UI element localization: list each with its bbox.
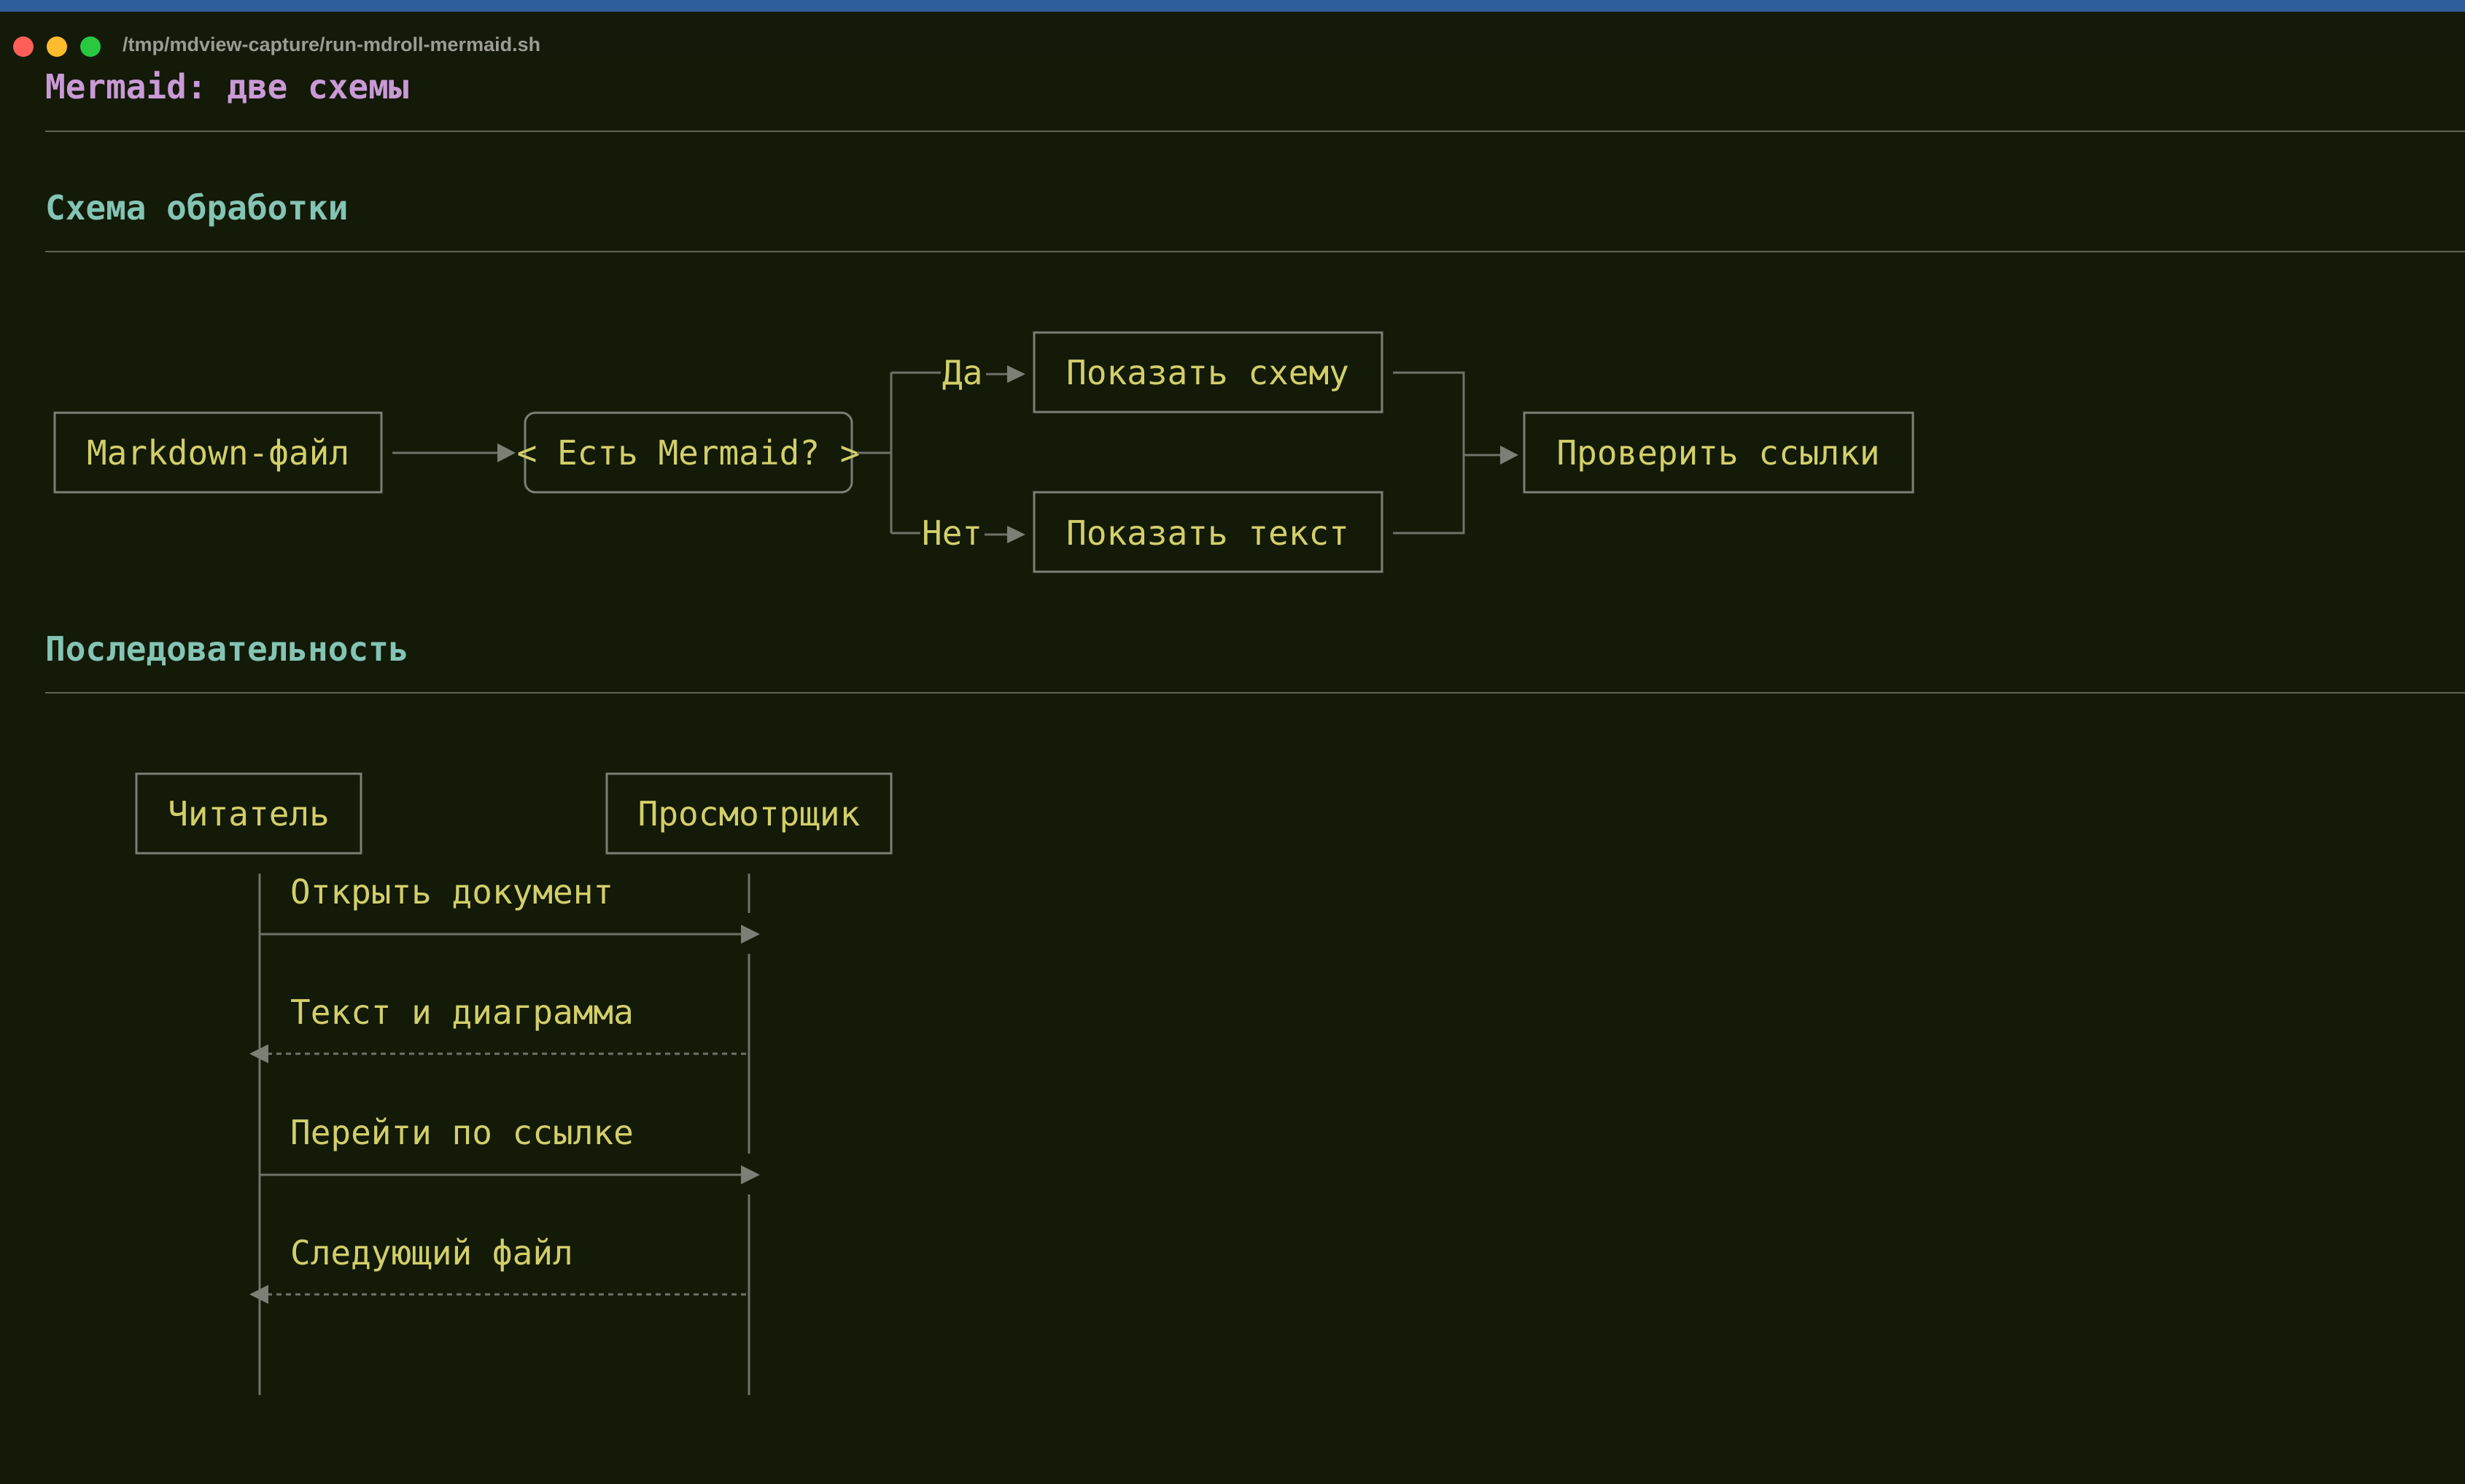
edge-yes: Да — [942, 353, 1025, 392]
sequence-diagram: Читатель Просмотрщик Открыть документ Те — [135, 772, 893, 1395]
diagram-canvas: Markdown-файл < Есть Mermaid? > Да Нет П… — [53, 331, 1914, 1395]
message-next-file-label: Следующий файл — [290, 1233, 573, 1273]
node-show-diagram-label: Показать схему — [1066, 353, 1349, 392]
decision-label: < Есть Mermaid? > — [517, 433, 861, 473]
node-show-text-label: Показать текст — [1066, 513, 1349, 553]
edge-decision-branches — [857, 371, 941, 535]
message-follow-link: Перейти по ссылке — [260, 1113, 760, 1184]
message-open-document-label: Открыть документ — [290, 872, 613, 912]
node-has-mermaid-decision: < Есть Mermaid? > — [517, 411, 861, 494]
edge-start-to-decision — [392, 443, 516, 462]
edge-no: Нет — [922, 513, 1025, 553]
message-text-and-diagram-label: Текст и диаграмма — [290, 992, 634, 1032]
node-markdown-file-label: Markdown-файл — [87, 433, 349, 473]
node-markdown-file: Markdown-файл — [53, 411, 383, 494]
node-check-links-label: Проверить ссылки — [1556, 433, 1879, 473]
message-next-file: Следующий файл — [249, 1233, 749, 1304]
node-check-links: Проверить ссылки — [1523, 411, 1914, 494]
message-open-document: Открыть документ — [260, 872, 760, 944]
participant-reader: Читатель — [135, 772, 362, 855]
edge-merge-to-check-links — [1393, 371, 1518, 535]
flowchart: Markdown-файл < Есть Mermaid? > Да Нет П… — [53, 331, 1914, 573]
node-show-text: Показать текст — [1033, 491, 1383, 573]
edge-label-no: Нет — [922, 513, 982, 553]
participant-viewer: Просмотрщик — [605, 772, 893, 855]
node-show-diagram: Показать схему — [1033, 331, 1383, 413]
terminal-window: /tmp/mdview-capture/run-mdroll-mermaid.s… — [0, 0, 2465, 1484]
participant-viewer-label: Просмотрщик — [638, 794, 861, 834]
message-follow-link-label: Перейти по ссылке — [290, 1113, 634, 1152]
message-text-and-diagram: Текст и диаграмма — [249, 992, 749, 1063]
participant-reader-label: Читатель — [168, 794, 330, 834]
edge-label-yes: Да — [942, 353, 982, 392]
